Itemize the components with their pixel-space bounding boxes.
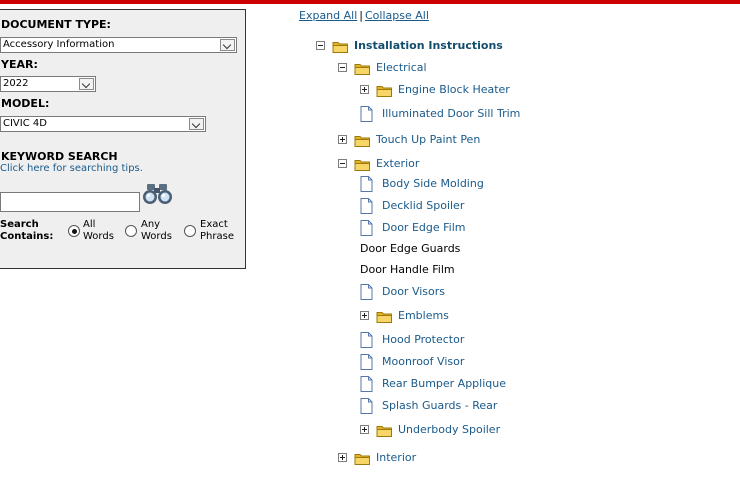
search-panel: DOCUMENT TYPE: Accessory Information YEA… [0, 9, 246, 269]
document-icon [360, 376, 373, 392]
tree-item-label[interactable]: Moonroof Visor [382, 353, 464, 371]
folder-icon [376, 86, 392, 97]
expand-toggle-icon[interactable] [338, 135, 347, 144]
chevron-down-icon[interactable] [220, 39, 235, 51]
collapse-toggle-icon[interactable] [338, 63, 347, 72]
year-label: YEAR: [1, 58, 38, 71]
tree-controls: Expand All | Collapse All [299, 9, 429, 22]
tree-item-label[interactable]: Engine Block Heater [398, 81, 510, 99]
model-select[interactable]: CIVIC 4D [0, 116, 206, 132]
document-icon [360, 354, 373, 370]
tree-item-label[interactable]: Hood Protector [382, 331, 464, 349]
expand-all-link[interactable]: Expand All [299, 9, 357, 22]
radio-all-words-label: All Words [83, 219, 114, 242]
radio-exact-phrase-label: Exact Phrase [200, 219, 234, 242]
radio-all-words[interactable] [68, 225, 80, 237]
folder-icon [332, 42, 348, 53]
folder-icon [354, 64, 370, 75]
radio-any-words[interactable] [125, 225, 137, 237]
tree-item-label[interactable]: Emblems [398, 307, 449, 325]
search-tips-link[interactable]: Click here for searching tips. [0, 163, 143, 174]
expand-toggle-icon[interactable] [360, 425, 369, 434]
radio-any-words-label: Any Words [141, 219, 172, 242]
document-icon [360, 284, 373, 300]
tree-item-label[interactable]: Touch Up Paint Pen [376, 131, 480, 149]
keyword-search-input[interactable] [0, 192, 140, 212]
document-icon [360, 332, 373, 348]
top-red-bar [0, 0, 740, 4]
tree-item-label[interactable]: Exterior [376, 155, 419, 173]
link-separator: | [359, 9, 363, 22]
folder-icon [376, 312, 392, 323]
document-type-select[interactable]: Accessory Information [0, 37, 237, 53]
folder-icon [354, 454, 370, 465]
tree-item-label[interactable]: Illuminated Door Sill Trim [382, 105, 520, 123]
chevron-down-icon[interactable] [79, 78, 94, 90]
radio-exact-phrase[interactable] [184, 225, 196, 237]
tree-item-label[interactable]: Installation Instructions [354, 37, 503, 55]
year-value: 2022 [3, 78, 29, 89]
document-icon [360, 398, 373, 414]
document-icon [360, 176, 373, 192]
document-icon [360, 106, 373, 122]
expand-toggle-icon[interactable] [360, 85, 369, 94]
search-contains-label: Search Contains: [0, 219, 54, 242]
tree-item-label[interactable]: Body Side Molding [382, 175, 484, 193]
tree-item-label[interactable]: Rear Bumper Applique [382, 375, 506, 393]
document-type-value: Accessory Information [3, 39, 115, 50]
document-type-label: DOCUMENT TYPE: [1, 18, 111, 31]
model-value: CIVIC 4D [3, 118, 47, 129]
collapse-toggle-icon[interactable] [338, 159, 347, 168]
tree-item-label[interactable]: Splash Guards - Rear [382, 397, 497, 415]
tree-item-label[interactable]: Door Visors [382, 283, 445, 301]
folder-icon [376, 426, 392, 437]
tree-item-label[interactable]: Electrical [376, 59, 427, 77]
tree-item-label[interactable]: Interior [376, 449, 416, 467]
expand-toggle-icon[interactable] [360, 311, 369, 320]
folder-icon [354, 136, 370, 147]
document-icon [360, 198, 373, 214]
collapse-toggle-icon[interactable] [316, 41, 325, 50]
collapse-all-link[interactable]: Collapse All [365, 9, 429, 22]
tree-item-label[interactable]: Door Edge Guards [360, 240, 460, 258]
year-select[interactable]: 2022 [0, 76, 96, 92]
tree-item-label[interactable]: Door Handle Film [360, 261, 455, 279]
document-icon [360, 220, 373, 236]
model-label: MODEL: [1, 97, 50, 110]
tree-item-label[interactable]: Underbody Spoiler [398, 421, 500, 439]
expand-toggle-icon[interactable] [338, 453, 347, 462]
tree-item-label[interactable]: Door Edge Film [382, 219, 465, 237]
tree-item-label[interactable]: Decklid Spoiler [382, 197, 464, 215]
folder-icon [354, 160, 370, 171]
binoculars-search-icon[interactable] [141, 182, 175, 206]
chevron-down-icon[interactable] [189, 118, 204, 130]
keyword-search-label: KEYWORD SEARCH [1, 150, 118, 163]
